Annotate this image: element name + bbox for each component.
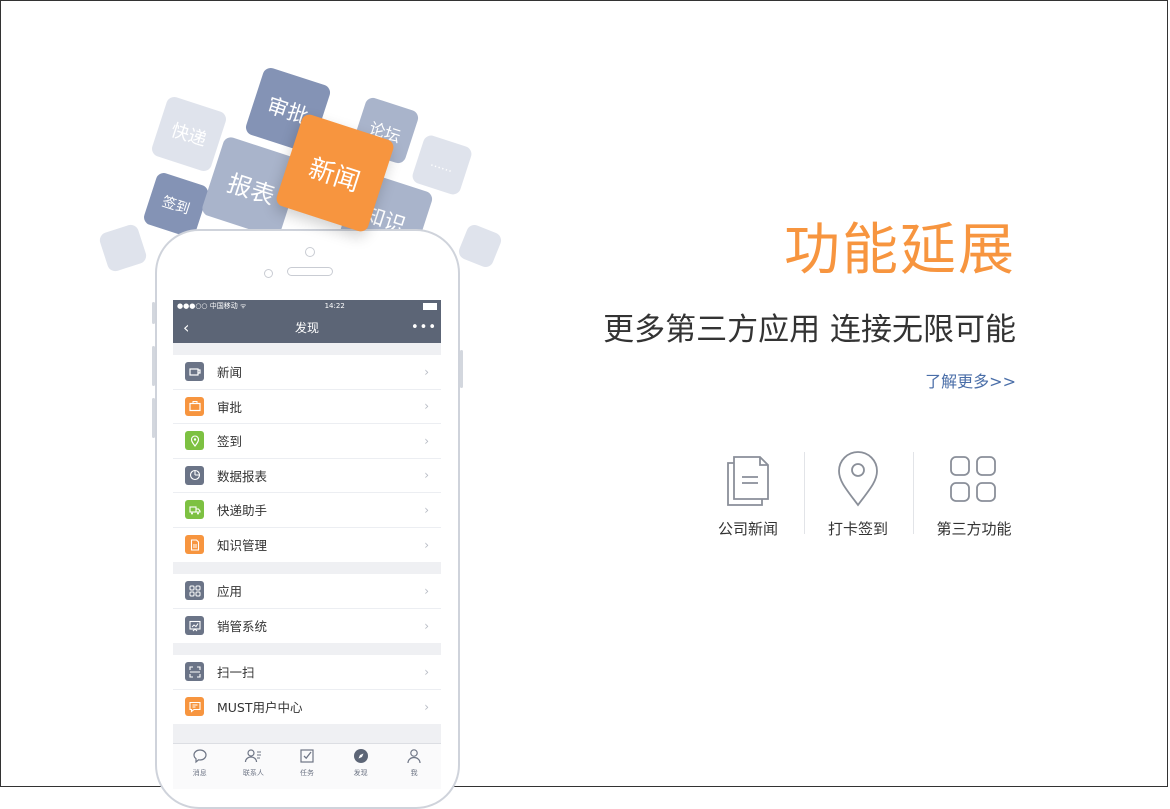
menu-item-scan[interactable]: 扫一扫 › xyxy=(173,655,441,690)
carrier-text: ●●●○○ 中国移动 ᯤ xyxy=(177,302,247,310)
menu-item-label: 新闻 xyxy=(217,365,243,381)
menu-item-label: 扫一扫 xyxy=(217,665,255,681)
message-icon xyxy=(185,697,204,717)
tab-contacts[interactable]: 联系人 xyxy=(227,744,281,789)
menu-group-2: 应用 › 销管系统 › xyxy=(173,574,441,643)
menu-item-label: 审批 xyxy=(217,399,243,415)
menu-item-knowledge[interactable]: 知识管理 › xyxy=(173,528,441,563)
more-button[interactable]: ••• xyxy=(411,320,436,335)
phone-camera xyxy=(305,247,315,257)
feature-third-party: 第三方功能 xyxy=(924,450,1024,539)
menu-item-label: MUST用户中心 xyxy=(217,700,303,716)
menu-item-news[interactable]: 新闻 › xyxy=(173,355,441,390)
menu-item-label: 知识管理 xyxy=(217,538,268,554)
phone-speaker xyxy=(287,267,333,276)
chevron-right-icon: › xyxy=(424,699,429,714)
chevron-right-icon: › xyxy=(424,399,429,414)
page-subtitle: 更多第三方应用 连接无限可能 xyxy=(603,312,1016,348)
briefcase-icon xyxy=(185,396,204,416)
tab-label: 消息 xyxy=(192,769,207,777)
chevron-right-icon: › xyxy=(424,537,429,552)
feature-label: 第三方功能 xyxy=(936,520,1012,538)
truck-icon xyxy=(185,500,204,520)
location-pin-icon xyxy=(185,431,204,451)
scan-icon xyxy=(185,662,204,682)
menu-item-apps[interactable]: 应用 › xyxy=(173,574,441,609)
divider xyxy=(913,452,914,534)
contacts-icon xyxy=(244,748,262,766)
chevron-right-icon: › xyxy=(424,433,429,448)
tab-label: 我 xyxy=(410,769,418,777)
battery-icon xyxy=(422,302,437,310)
menu-group-3: 扫一扫 › MUST用户中心 › xyxy=(173,655,441,724)
four-squares-icon xyxy=(924,450,1024,510)
menu-group-1: 新闻 › 审批 › 签到 › 数据报表 › 快递助手 › 知识管理 › xyxy=(173,355,441,562)
feature-label: 打卡签到 xyxy=(827,520,888,538)
feature-checkin: 打卡签到 xyxy=(808,450,908,539)
nav-title: 发现 xyxy=(294,321,319,335)
menu-item-sales-system[interactable]: 销管系统 › xyxy=(173,609,441,644)
phone-sensor xyxy=(264,269,273,278)
tab-label: 联系人 xyxy=(242,769,264,777)
chart-board-icon xyxy=(185,616,204,636)
chevron-right-icon: › xyxy=(424,583,429,598)
menu-item-label: 应用 xyxy=(217,584,243,600)
chevron-right-icon: › xyxy=(424,364,429,379)
chevron-right-icon: › xyxy=(424,468,429,483)
menu-item-label: 数据报表 xyxy=(217,468,268,484)
chevron-right-icon: › xyxy=(424,618,429,633)
chevron-right-icon: › xyxy=(424,502,429,517)
learn-more-link[interactable]: 了解更多>> xyxy=(860,368,1016,392)
phone-screen: ●●●○○ 中国移动 ᯤ 14:22 ‹ 发现 ••• 新闻 › 审批 › 签到… xyxy=(173,300,441,789)
chat-bubble-icon xyxy=(192,748,208,766)
tab-tasks[interactable]: 任务 xyxy=(280,744,334,789)
status-bar: ●●●○○ 中国移动 ᯤ 14:22 xyxy=(173,300,441,312)
divider xyxy=(804,452,805,534)
menu-item-label: 快递助手 xyxy=(217,503,268,519)
documents-icon xyxy=(698,450,798,510)
feature-company-news: 公司新闻 xyxy=(698,450,798,539)
back-button[interactable]: ‹ xyxy=(183,318,203,337)
tab-me[interactable]: 我 xyxy=(387,744,441,789)
tab-bar: 消息 联系人 任务 发现 我 xyxy=(173,743,441,789)
tab-discover[interactable]: 发现 xyxy=(334,744,388,789)
feature-label: 公司新闻 xyxy=(717,520,778,538)
cup-icon xyxy=(185,362,204,382)
status-time: 14:22 xyxy=(324,302,345,310)
compass-icon xyxy=(353,748,369,766)
menu-item-reports[interactable]: 数据报表 › xyxy=(173,459,441,493)
phone-side-button xyxy=(460,350,463,388)
map-pin-icon xyxy=(808,450,908,510)
chevron-right-icon: › xyxy=(424,664,429,679)
page-title: 功能延展 xyxy=(784,218,1016,283)
grid-icon xyxy=(185,581,204,601)
task-check-icon xyxy=(299,748,315,766)
menu-item-courier[interactable]: 快递助手 › xyxy=(173,493,441,528)
menu-item-label: 销管系统 xyxy=(217,619,268,635)
person-icon xyxy=(406,748,422,766)
menu-item-approval[interactable]: 审批 › xyxy=(173,390,441,424)
tab-label: 发现 xyxy=(353,769,368,777)
tab-label: 任务 xyxy=(299,769,314,777)
menu-item-checkin[interactable]: 签到 › xyxy=(173,424,441,459)
tab-messages[interactable]: 消息 xyxy=(173,744,227,789)
pie-chart-icon xyxy=(185,465,204,485)
menu-item-label: 签到 xyxy=(217,434,243,450)
nav-bar: ‹ 发现 ••• xyxy=(173,312,441,343)
menu-item-user-center[interactable]: MUST用户中心 › xyxy=(173,690,441,725)
document-icon xyxy=(185,535,204,555)
